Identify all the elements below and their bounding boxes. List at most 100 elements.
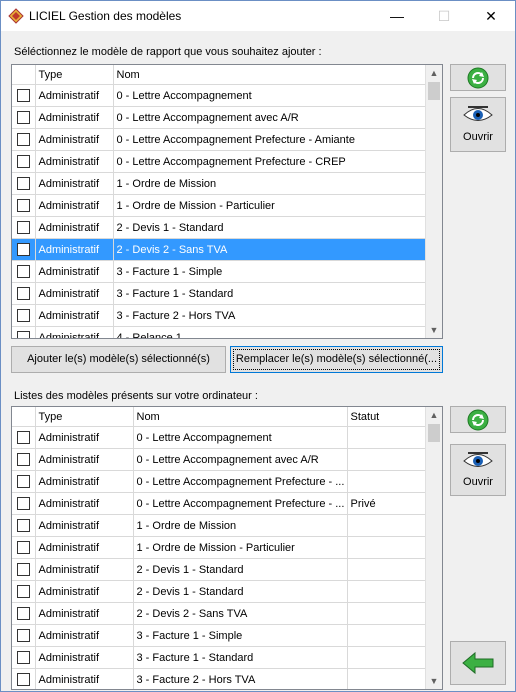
scroll-up-icon[interactable]: ▲ [426,407,442,423]
table-row[interactable]: Administratif 0 - Lettre Accompagnement P… [12,150,427,173]
table-row[interactable]: Administratif 1 - Ordre de Mission [12,514,427,537]
row-checkbox-cell [12,646,36,669]
local-models-scrollbar[interactable]: ▲ ▼ [425,407,442,689]
column-header-type[interactable]: Type [35,65,114,85]
available-models-scrollbar[interactable]: ▲ ▼ [425,65,442,338]
table-row[interactable]: Administratif 2 - Devis 1 - Standard [12,580,427,603]
column-header-statut[interactable]: Statut [347,407,427,427]
row-checkbox[interactable] [16,519,30,532]
row-checkbox[interactable] [16,199,30,212]
row-checkbox[interactable] [16,453,30,466]
cell-type: Administratif [35,194,114,217]
table-row[interactable]: Administratif 3 - Facture 2 - Hors TVA [12,668,427,689]
cell-nom: 0 - Lettre Accompagnement avec A/R [113,106,427,129]
row-checkbox[interactable] [16,243,30,256]
cell-statut [347,558,427,581]
table-row[interactable]: Administratif 2 - Devis 2 - Sans TVA [12,602,427,625]
row-checkbox[interactable] [16,607,30,620]
cell-type: Administratif [35,172,114,195]
refresh-icon [467,67,489,89]
cell-type: Administratif [35,668,134,689]
cell-nom: 0 - Lettre Accompagnement Prefecture - A… [113,128,427,151]
add-selected-button[interactable]: Ajouter le(s) modèle(s) sélectionné(s) [11,346,226,373]
cell-statut [347,470,427,493]
row-checkbox[interactable] [16,541,30,554]
table-row[interactable]: Administratif 3 - Facture 1 - Simple [12,260,427,283]
table-row[interactable]: Administratif 3 - Facture 2 - Hors TVA [12,304,427,327]
refresh-icon [467,409,489,431]
cell-statut [347,536,427,559]
scroll-down-icon[interactable]: ▼ [426,673,442,689]
table-row[interactable]: Administratif 0 - Lettre Accompagnement P… [12,492,427,515]
table-row[interactable]: Administratif 0 - Lettre Accompagnement a… [12,106,427,129]
table-row[interactable]: Administratif 0 - Lettre Accompagnement P… [12,128,427,151]
cell-nom: 0 - Lettre Accompagnement Prefecture - C… [113,150,427,173]
scroll-thumb[interactable] [428,424,440,442]
row-checkbox[interactable] [16,221,30,234]
table-row[interactable]: Administratif 0 - Lettre Accompagnement [12,84,427,107]
row-checkbox[interactable] [16,431,30,444]
table-row[interactable]: Administratif 3 - Facture 1 - Simple [12,624,427,647]
cell-type: Administratif [35,492,134,515]
close-button[interactable]: ✕ [468,1,514,31]
open-local-button[interactable]: Ouvrir [450,444,506,496]
table-row[interactable]: Administratif 1 - Ordre de Mission - Part… [12,194,427,217]
row-checkbox[interactable] [16,629,30,642]
table-row[interactable]: Administratif 0 - Lettre Accompagnement a… [12,448,427,471]
back-button[interactable] [450,641,506,685]
table-row[interactable]: Administratif 2 - Devis 2 - Sans TVA [12,238,427,261]
table-row[interactable]: Administratif 2 - Devis 1 - Standard [12,558,427,581]
cell-statut [347,624,427,647]
row-checkbox[interactable] [16,133,30,146]
refresh-local-button[interactable] [450,406,506,433]
cell-statut: Privé [347,492,427,515]
row-checkbox[interactable] [16,585,30,598]
scroll-up-icon[interactable]: ▲ [426,65,442,81]
open-available-button[interactable]: Ouvrir [450,97,506,152]
cell-nom: 1 - Ordre de Mission [133,514,348,537]
table-row[interactable]: Administratif 1 - Ordre de Mission [12,172,427,195]
table-row[interactable]: Administratif 0 - Lettre Accompagnement P… [12,470,427,493]
table-row[interactable]: Administratif 4 - Relance 1 [12,326,427,338]
column-header-nom[interactable]: Nom [133,407,348,427]
row-checkbox[interactable] [16,111,30,124]
row-checkbox[interactable] [16,89,30,102]
row-checkbox[interactable] [16,651,30,664]
table-row[interactable]: Administratif 3 - Facture 1 - Standard [12,282,427,305]
row-checkbox[interactable] [16,475,30,488]
maximize-button[interactable]: ☐ [421,1,467,31]
cell-nom: 3 - Facture 2 - Hors TVA [133,668,348,689]
row-checkbox[interactable] [16,497,30,510]
cell-type: Administratif [35,426,134,449]
table-row[interactable]: Administratif 3 - Facture 1 - Standard [12,646,427,669]
table-row[interactable]: Administratif 2 - Devis 1 - Standard [12,216,427,239]
scroll-down-icon[interactable]: ▼ [426,322,442,338]
cell-nom: 2 - Devis 2 - Sans TVA [113,238,427,261]
row-checkbox-cell [12,580,36,603]
column-header-nom[interactable]: Nom [113,65,427,85]
row-checkbox[interactable] [16,177,30,190]
refresh-available-button[interactable] [450,64,506,91]
row-checkbox-cell [12,426,36,449]
cell-type: Administratif [35,580,134,603]
replace-selected-button[interactable]: Remplacer le(s) modèle(s) sélectionné(..… [230,346,443,373]
row-checkbox[interactable] [16,155,30,168]
row-checkbox[interactable] [16,309,30,322]
row-checkbox[interactable] [16,563,30,576]
table-row[interactable]: Administratif 0 - Lettre Accompagnement [12,426,427,449]
row-checkbox-cell [12,260,36,283]
cell-nom: 0 - Lettre Accompagnement Prefecture - .… [133,492,348,515]
cell-statut [347,426,427,449]
minimize-button[interactable]: — [374,1,420,31]
row-checkbox[interactable] [16,673,30,686]
table-row[interactable]: Administratif 1 - Ordre de Mission - Part… [12,536,427,559]
row-checkbox[interactable] [16,265,30,278]
cell-nom: 2 - Devis 1 - Standard [133,558,348,581]
column-header-type[interactable]: Type [35,407,134,427]
row-checkbox[interactable] [16,331,30,338]
cell-statut [347,668,427,689]
available-models-grid[interactable]: Type Nom Administratif 0 - Lettre Accompa… [11,64,443,339]
local-models-grid[interactable]: Type Nom Statut Administratif 0 - Lettre … [11,406,443,690]
scroll-thumb[interactable] [428,82,440,100]
row-checkbox[interactable] [16,287,30,300]
